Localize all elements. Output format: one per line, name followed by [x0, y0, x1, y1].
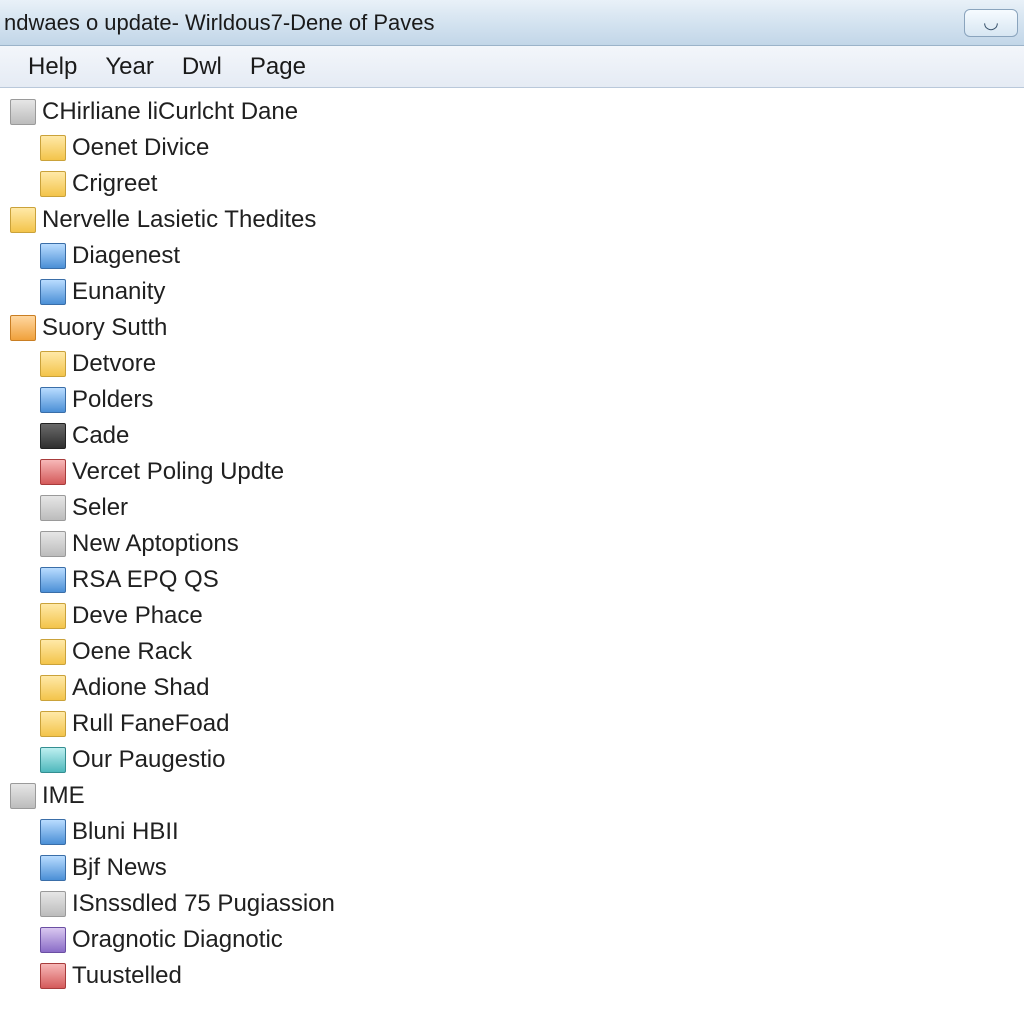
item-label: Detvore: [72, 350, 156, 378]
item-icon: [40, 351, 66, 377]
item-icon: [40, 279, 66, 305]
item-label: Oragnotic Diagnotic: [72, 926, 283, 954]
item-label: Eunanity: [72, 278, 165, 306]
item-icon: [40, 171, 66, 197]
list-item[interactable]: RSA EPQ QS: [6, 562, 1024, 598]
list-item[interactable]: Nervelle Lasietic Thedites: [6, 202, 1024, 238]
item-icon: [40, 675, 66, 701]
item-icon: [40, 459, 66, 485]
item-icon: [10, 315, 36, 341]
titlebar: ndwaes o update- Wirldous7-Dene of Paves…: [0, 0, 1024, 46]
item-label: Suory Sutth: [42, 314, 167, 342]
item-label: ISnssdled 75 Pugiassion: [72, 890, 335, 918]
menu-help[interactable]: Help: [28, 53, 77, 81]
item-list: CHirliane liCurlcht Dane Oenet Divice Crig…: [0, 88, 1024, 994]
list-item[interactable]: Bluni HBII: [6, 814, 1024, 850]
item-icon: [40, 639, 66, 665]
list-item[interactable]: Suory Sutth: [6, 310, 1024, 346]
item-label: Polders: [72, 386, 153, 414]
item-icon: [40, 603, 66, 629]
item-icon: [40, 567, 66, 593]
list-item[interactable]: Adione Shad: [6, 670, 1024, 706]
item-label: RSA EPQ QS: [72, 566, 219, 594]
list-item[interactable]: Seler: [6, 490, 1024, 526]
list-item[interactable]: Oragnotic Diagnotic: [6, 922, 1024, 958]
item-label: Deve Phace: [72, 602, 203, 630]
item-icon: [40, 387, 66, 413]
item-label: Adione Shad: [72, 674, 209, 702]
item-label: Crigreet: [72, 170, 157, 198]
item-label: CHirliane liCurlcht Dane: [42, 98, 298, 126]
minimize-button[interactable]: ◡: [964, 9, 1018, 37]
list-item[interactable]: Rull FaneFoad: [6, 706, 1024, 742]
item-icon: [40, 819, 66, 845]
item-icon: [40, 243, 66, 269]
item-label: IME: [42, 782, 85, 810]
item-label: Vercet Poling Updte: [72, 458, 284, 486]
item-label: Diagenest: [72, 242, 180, 270]
item-label: Cade: [72, 422, 129, 450]
item-icon: [10, 99, 36, 125]
item-icon: [40, 963, 66, 989]
list-item[interactable]: Oene Rack: [6, 634, 1024, 670]
menu-page[interactable]: Page: [250, 53, 306, 81]
item-icon: [40, 531, 66, 557]
item-label: Seler: [72, 494, 128, 522]
item-icon: [40, 495, 66, 521]
item-icon: [10, 207, 36, 233]
item-label: Our Paugestio: [72, 746, 225, 774]
list-item[interactable]: Vercet Poling Updte: [6, 454, 1024, 490]
list-item[interactable]: Bjf News: [6, 850, 1024, 886]
list-item[interactable]: Detvore: [6, 346, 1024, 382]
item-icon: [40, 135, 66, 161]
item-label: Tuustelled: [72, 962, 182, 990]
list-item[interactable]: Oenet Divice: [6, 130, 1024, 166]
item-icon: [40, 927, 66, 953]
item-icon: [40, 747, 66, 773]
list-item[interactable]: New Aptoptions: [6, 526, 1024, 562]
item-label: Bluni HBII: [72, 818, 179, 846]
item-icon: [40, 423, 66, 449]
item-label: Oene Rack: [72, 638, 192, 666]
item-icon: [10, 783, 36, 809]
item-icon: [40, 711, 66, 737]
list-item[interactable]: Polders: [6, 382, 1024, 418]
minimize-icon: ◡: [983, 12, 999, 33]
list-item[interactable]: Eunanity: [6, 274, 1024, 310]
menubar: Help Year Dwl Page: [0, 46, 1024, 88]
menu-year[interactable]: Year: [105, 53, 154, 81]
item-label: Oenet Divice: [72, 134, 209, 162]
list-item[interactable]: Cade: [6, 418, 1024, 454]
item-icon: [40, 891, 66, 917]
list-item[interactable]: ISnssdled 75 Pugiassion: [6, 886, 1024, 922]
window-title: ndwaes o update- Wirldous7-Dene of Paves: [4, 10, 434, 36]
list-item[interactable]: Tuustelled: [6, 958, 1024, 994]
item-label: Nervelle Lasietic Thedites: [42, 206, 316, 234]
item-label: Rull FaneFoad: [72, 710, 229, 738]
item-label: Bjf News: [72, 854, 167, 882]
list-item[interactable]: Crigreet: [6, 166, 1024, 202]
list-item[interactable]: CHirliane liCurlcht Dane: [6, 94, 1024, 130]
menu-dwl[interactable]: Dwl: [182, 53, 222, 81]
item-icon: [40, 855, 66, 881]
item-label: New Aptoptions: [72, 530, 239, 558]
list-item[interactable]: IME: [6, 778, 1024, 814]
list-item[interactable]: Deve Phace: [6, 598, 1024, 634]
list-item[interactable]: Our Paugestio: [6, 742, 1024, 778]
list-item[interactable]: Diagenest: [6, 238, 1024, 274]
